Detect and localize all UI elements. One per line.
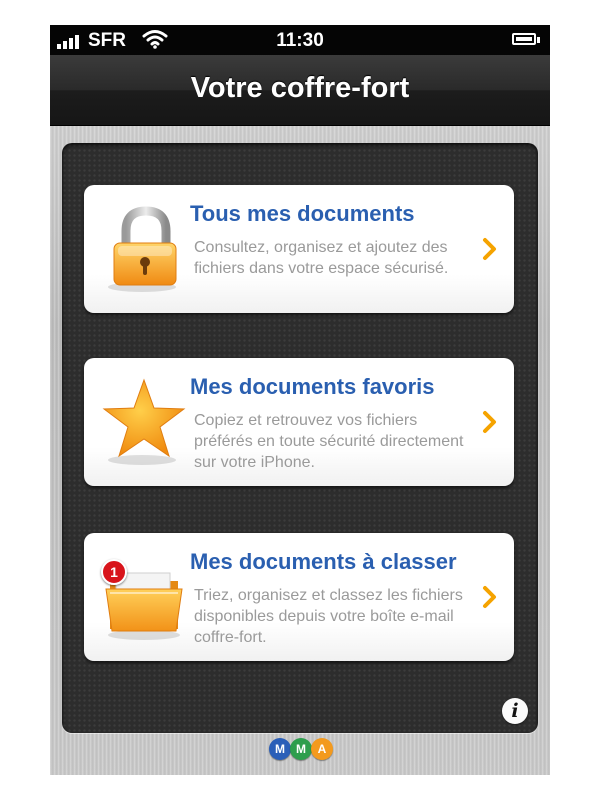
battery-tip — [537, 37, 540, 43]
all-documents-card[interactable]: Tous mes documents Consultez, organisez … — [84, 185, 514, 313]
page-title: Votre coffre-fort — [190, 72, 410, 104]
signal-icon — [57, 34, 85, 49]
info-icon: i — [511, 700, 519, 722]
battery-icon — [512, 33, 536, 45]
card-title: Mes documents favoris — [190, 374, 435, 399]
carrier-name: SFR — [88, 30, 126, 51]
notification-badge: 1 — [101, 559, 127, 585]
status-bar: SFR 11:30 — [50, 25, 550, 55]
menu-panel: Tous mes documents Consultez, organisez … — [62, 143, 538, 733]
documents-to-sort-card[interactable]: 1 Mes documents à classer Triez, organis… — [84, 533, 514, 661]
badge-count: 1 — [110, 564, 118, 580]
logo-letter-a: A — [311, 738, 333, 760]
status-time: 11:30 — [276, 30, 324, 51]
card-description: Copiez et retrouvez vos fichiers préféré… — [194, 412, 464, 471]
card-title: Tous mes documents — [190, 201, 415, 226]
chevron-right-icon — [483, 411, 496, 433]
mma-logo: M M A — [269, 738, 333, 762]
info-button[interactable]: i — [502, 698, 528, 724]
padlock-icon — [108, 206, 177, 292]
favorite-documents-card[interactable]: Mes documents favoris Copiez et retrouve… — [84, 358, 514, 486]
card-description: Consultez, organisez et ajoutez des fich… — [194, 239, 449, 277]
chevron-right-icon — [483, 586, 496, 608]
phone-screen: SFR 11:30 Votre coffre-fort Tous mes doc… — [50, 25, 550, 775]
wifi-icon — [142, 30, 168, 49]
logo-letter-m2: M — [290, 738, 312, 760]
logo-letter-m1: M — [269, 738, 291, 760]
star-icon — [102, 378, 186, 465]
card-title: Mes documents à classer — [190, 549, 457, 574]
card-description: Triez, organisez et classez les fichiers… — [194, 587, 463, 646]
chevron-right-icon — [483, 238, 496, 260]
navigation-bar: Votre coffre-fort — [50, 55, 550, 126]
